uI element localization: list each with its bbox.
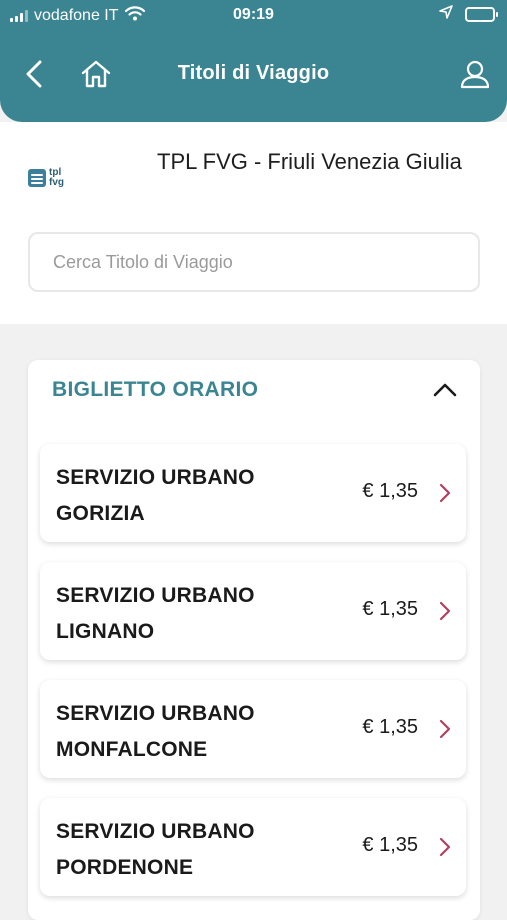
search-input[interactable] — [28, 232, 480, 292]
chevron-up-icon[interactable] — [432, 382, 458, 398]
ticket-name: SERVIZIO URBANO GORIZIA — [56, 466, 255, 525]
operator-section: tpl fvg TPL FVG - Friuli Venezia Giulia — [0, 122, 507, 324]
category-title: BIGLIETTO ORARIO — [52, 378, 259, 401]
ticket-item[interactable]: SERVIZIO URBANO LIGNANO € 1,35 — [40, 562, 466, 660]
profile-button[interactable] — [457, 56, 493, 92]
user-icon — [460, 60, 490, 89]
ticket-price: € 1,35 — [362, 598, 418, 620]
ticket-price: € 1,35 — [362, 480, 418, 502]
chevron-right-icon — [439, 483, 451, 503]
status-time: 09:19 — [233, 6, 274, 23]
operator-logo-icon — [28, 169, 46, 187]
chevron-right-icon — [439, 719, 451, 739]
ticket-item[interactable]: SERVIZIO URBANO PORDENONE € 1,35 — [40, 798, 466, 896]
location-arrow-icon — [439, 5, 453, 24]
ticket-price: € 1,35 — [362, 716, 418, 738]
ticket-item[interactable]: SERVIZIO URBANO GORIZIA € 1,35 — [40, 444, 466, 542]
chevron-right-icon — [439, 837, 451, 857]
category-header[interactable]: BIGLIETTO ORARIO — [28, 360, 480, 424]
ticket-name: SERVIZIO URBANO PORDENONE — [56, 820, 255, 879]
page-title: Titoli di Viaggio — [177, 62, 330, 84]
battery-icon — [465, 7, 498, 22]
ticket-item[interactable]: SERVIZIO URBANO MONFALCONE € 1,35 — [40, 680, 466, 778]
ticket-name: SERVIZIO URBANO LIGNANO — [56, 584, 255, 643]
chevron-right-icon — [439, 601, 451, 621]
operator-name: TPL FVG - Friuli Venezia Giulia — [157, 149, 462, 174]
operator-logo: tpl fvg — [28, 164, 76, 192]
ticket-category-card: BIGLIETTO ORARIO SERVIZIO URBANO GORIZIA… — [28, 360, 480, 920]
ticket-price: € 1,35 — [362, 834, 418, 856]
status-bar: vodafone IT 09:19 — [0, 0, 507, 32]
app-header: vodafone IT 09:19 Titoli di Viaggio — [0, 0, 507, 122]
ticket-name: SERVIZIO URBANO MONFALCONE — [56, 702, 255, 761]
